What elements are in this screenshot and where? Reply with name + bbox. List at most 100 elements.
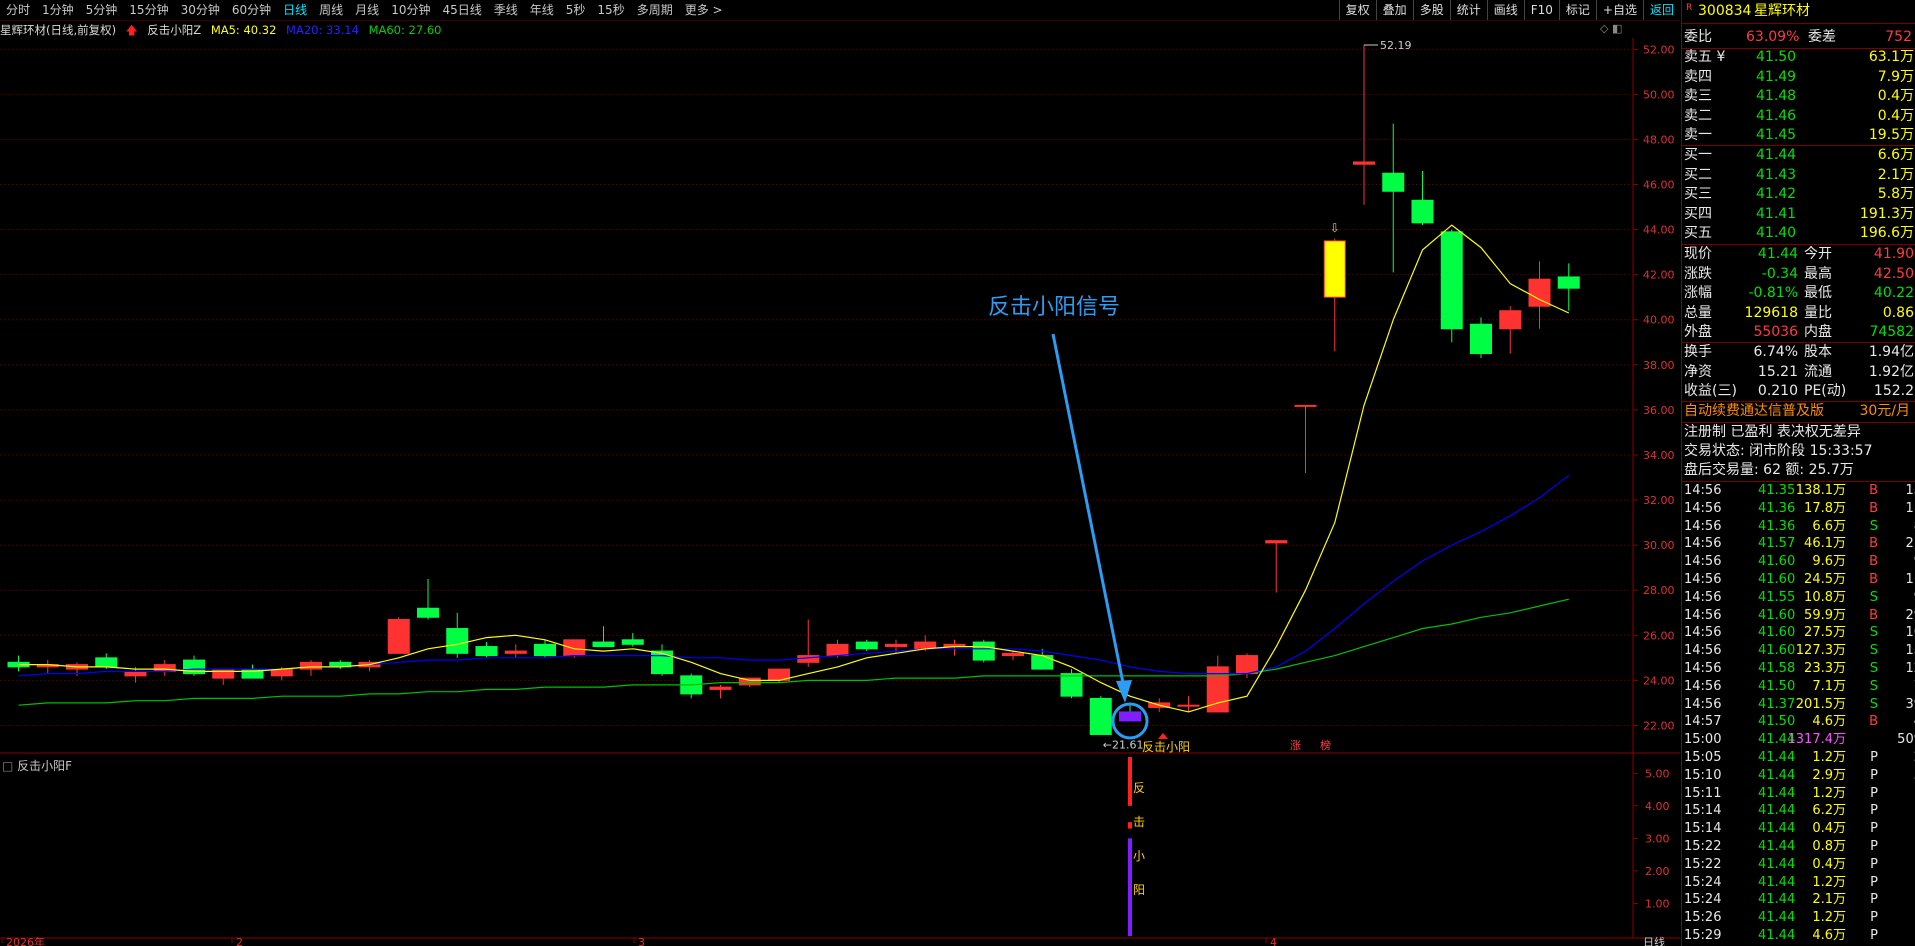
ask-price: 41.50 — [1756, 49, 1797, 65]
period-tab[interactable]: 更多 > — [679, 0, 729, 20]
tick-price: 41.44 — [1758, 785, 1796, 801]
tick-price: 41.60 — [1758, 607, 1796, 623]
period-tab[interactable]: 15秒 — [591, 0, 630, 20]
tick-price: 41.44 — [1758, 803, 1796, 819]
tool-button[interactable]: 多股 — [1412, 0, 1450, 20]
indicator-name[interactable]: 反击小阳Z — [147, 23, 201, 37]
tool-button[interactable]: 画线 — [1486, 0, 1524, 20]
tick-row: 14:5641.5510.8万S9 — [1682, 589, 1915, 607]
tick-row: 14:56 41.60 27.5万 S 16 — [1682, 624, 1915, 642]
sub-y-tick-label: 3.00 — [1645, 832, 1670, 845]
bid-row: 买三 41.42 5.8万 — [1682, 185, 1915, 204]
tool-button[interactable]: 叠加 — [1375, 0, 1413, 20]
period-tab[interactable]: 15分钟 — [123, 0, 174, 20]
tick-price: 41.44 — [1758, 856, 1796, 872]
y-tick-label: 40.00 — [1643, 314, 1675, 327]
tool-button[interactable]: F10 — [1523, 0, 1559, 20]
period-tab[interactable]: 分时 — [0, 0, 36, 20]
quote-value: 41.90 — [1873, 246, 1914, 262]
tick-price: 41.44 — [1758, 874, 1796, 890]
period-tab[interactable]: 30分钟 — [175, 0, 226, 20]
sub-y-tick-label: 4.00 — [1645, 800, 1670, 813]
weicha-value: 752 — [1885, 29, 1912, 45]
period-tab[interactable]: 1分钟 — [36, 0, 80, 20]
tick-volume: 2.1万 — [1812, 892, 1846, 908]
bid-price: 41.43 — [1756, 166, 1797, 183]
tick-side: P — [1870, 803, 1878, 819]
bid-volume: 191.3万 — [1859, 205, 1914, 222]
tool-button[interactable]: 标记 — [1558, 0, 1596, 20]
tick-row: 14:56 41.57 46.1万 B 21 — [1682, 535, 1915, 553]
period-tab[interactable]: 年线 — [524, 0, 560, 20]
period-tab[interactable]: 日线 — [277, 0, 313, 20]
quote-value: 74582 — [1869, 324, 1914, 340]
stat-value: 1.94亿 — [1868, 344, 1914, 360]
tick-time: 15:22 — [1684, 856, 1722, 872]
bid-price: 41.41 — [1756, 205, 1797, 222]
period-tab[interactable]: 5秒 — [560, 0, 592, 20]
candle-body — [300, 661, 322, 670]
candle-body — [651, 650, 673, 675]
candle-body — [1294, 404, 1317, 407]
promo-row: 自动续费通达信普及版 30元/月 — [1682, 402, 1915, 421]
period-tab[interactable]: 60分钟 — [226, 0, 277, 20]
candle-body — [1119, 711, 1141, 722]
tick-side: P — [1870, 856, 1878, 872]
tool-button[interactable]: 复权 — [1338, 0, 1376, 20]
candle-body — [1411, 199, 1434, 224]
tool-button[interactable]: 返回 — [1642, 0, 1680, 20]
tick-volume: 0.4万 — [1812, 856, 1846, 872]
ask-label: 卖四 — [1684, 68, 1712, 85]
tick-row: 15:2641.441.2万P1 — [1682, 909, 1915, 927]
stat-row: 收益(三) 0.210 PE(动) 152.2 — [1682, 382, 1915, 401]
tick-time: 15:14 — [1684, 803, 1722, 819]
stat-label: 净资 — [1684, 363, 1712, 380]
tick-volume: 10.8万 — [1804, 589, 1846, 605]
bid-label: 买四 — [1684, 205, 1712, 222]
bid-price: 41.42 — [1756, 186, 1797, 202]
signal-label: 反击小阳 — [1142, 740, 1190, 754]
tick-time: 14:56 — [1684, 696, 1722, 712]
reg-row: 注册制 已盈利 表决权无差异 — [1682, 423, 1915, 442]
tick-side: S — [1869, 625, 1878, 641]
period-tab[interactable]: 周线 — [313, 0, 349, 20]
chart-window-icons[interactable]: ◇ ◧ — [1600, 22, 1622, 35]
ask-price: 41.49 — [1756, 68, 1797, 85]
tick-row: 15:1441.446.2万P1 — [1682, 802, 1915, 820]
bottom-mark: 涨 — [1290, 739, 1301, 752]
candle-body — [475, 646, 498, 657]
tick-time: 15:24 — [1684, 874, 1722, 890]
candle-body — [1002, 652, 1024, 657]
tick-time: 15:22 — [1684, 839, 1722, 854]
quote-row: 总量 129618 量比 0.86 — [1682, 304, 1915, 323]
kline-chart[interactable]: 52.0050.0048.0046.0044.0042.0040.0038.00… — [0, 38, 1680, 946]
stat-row: 换手 6.74% 股本 1.94亿 — [1682, 343, 1915, 362]
sub-y-tick-label: 5.00 — [1645, 767, 1670, 780]
ask-row: 卖五 ¥ 41.50 63.1万 — [1682, 48, 1915, 67]
tick-row: 14:56 41.58 23.3万 S 12 — [1682, 660, 1915, 678]
bid-volume: 6.6万 — [1877, 147, 1914, 163]
tool-button[interactable]: +自选 — [1595, 0, 1643, 20]
collapse-icon[interactable]: □ — [2, 759, 13, 773]
tick-row: 14:56 41.37201.5万 S 39 — [1682, 696, 1915, 714]
y-tick-label: 28.00 — [1643, 584, 1675, 597]
period-tab[interactable]: 5分钟 — [80, 0, 124, 20]
candle-body — [212, 668, 235, 679]
stock-code: 300834 — [1698, 3, 1752, 19]
bid-label: 买五 — [1684, 225, 1712, 241]
sub-signal-bar-top — [1128, 757, 1132, 806]
stock-name: 星辉环材 — [1754, 3, 1810, 19]
stat-label: PE(动) — [1804, 383, 1847, 399]
period-tab[interactable]: 10分钟 — [385, 0, 436, 20]
tick-side: B — [1869, 483, 1878, 498]
annotation-arrow — [1051, 333, 1127, 694]
period-tab[interactable]: 45日线 — [436, 0, 487, 20]
period-tab[interactable]: 季线 — [488, 0, 524, 20]
tick-row: 15:2441.441.2万P1 — [1682, 874, 1915, 892]
tool-button[interactable]: 统计 — [1449, 0, 1487, 20]
stat-label: 换手 — [1684, 344, 1712, 360]
period-tab[interactable]: 多周期 — [631, 0, 679, 20]
quote-value: -0.34 — [1761, 265, 1798, 282]
period-tab[interactable]: 月线 — [349, 0, 385, 20]
tick-side: P — [1870, 892, 1878, 908]
